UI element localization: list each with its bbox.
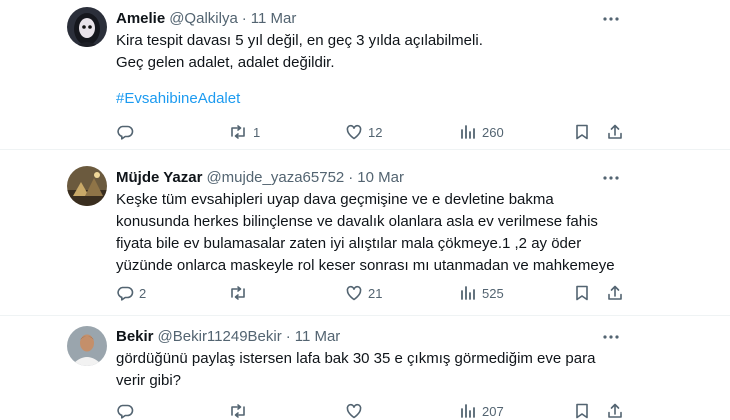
reply-button[interactable] xyxy=(116,122,139,142)
share-button[interactable] xyxy=(606,401,624,420)
views-button[interactable]: 260 xyxy=(459,122,504,142)
tweet-date[interactable]: 11 Mar xyxy=(251,10,297,27)
share-upload-icon xyxy=(608,285,622,300)
bookmark-button[interactable] xyxy=(574,283,590,303)
share-upload-icon xyxy=(608,403,622,418)
display-name[interactable]: Bekir xyxy=(116,328,154,345)
view-count: 207 xyxy=(482,403,504,419)
tweet-text-line: gördüğünü paylaş istersen lafa bak 30 35… xyxy=(116,350,596,367)
tweet-date[interactable]: 11 Mar xyxy=(295,328,341,345)
tweet-actions: 207 xyxy=(116,401,636,420)
heart-icon xyxy=(346,403,362,419)
user-handle[interactable]: @mujde_yaza65752 xyxy=(206,169,344,186)
reply-bubble-icon xyxy=(117,125,134,140)
avatar[interactable] xyxy=(67,166,107,206)
retweet-button[interactable]: 1 xyxy=(228,122,260,142)
like-button[interactable]: 12 xyxy=(345,122,382,142)
tweet-actions: 2 21 525 xyxy=(116,283,636,303)
tweet-header: Bekir @Bekir11249Bekir · 11 Mar xyxy=(116,326,340,346)
retweet-count: 1 xyxy=(253,124,261,140)
like-count: 12 xyxy=(368,124,383,140)
more-dots-icon[interactable] xyxy=(602,328,620,346)
tweet-text-line: verir gibi? xyxy=(116,372,182,389)
separator-dot: · xyxy=(348,168,354,186)
tweet-text-line: fiyata bile ev bulamasalar zaten iyi alı… xyxy=(116,235,582,252)
views-bar-chart-icon xyxy=(461,286,475,300)
view-count: 260 xyxy=(482,124,504,140)
views-bar-chart-icon xyxy=(461,125,475,139)
like-button[interactable]: 21 xyxy=(345,283,382,303)
separator-dot: · xyxy=(241,9,247,27)
separator-dot: · xyxy=(285,327,291,345)
tweet-header: Amelie @Qalkilya · 11 Mar xyxy=(116,8,296,28)
user-handle[interactable]: @Qalkilya xyxy=(169,10,238,27)
heart-icon xyxy=(346,124,362,140)
retweet-arrows-icon xyxy=(231,125,245,139)
views-bar-chart-icon xyxy=(461,404,475,418)
bookmark-icon xyxy=(576,403,588,419)
tweet-text-line: Keşke tüm evsahipleri uyap dava geçmişin… xyxy=(116,191,554,208)
bookmark-button[interactable] xyxy=(574,401,590,420)
tweet-text-line: Kira tespit davası 5 yıl değil, en geç 3… xyxy=(116,32,483,49)
like-button[interactable] xyxy=(345,401,368,420)
tweet-text-line: yüzünde onlarca maskeyle rol keser sonra… xyxy=(116,257,615,274)
retweet-arrows-icon xyxy=(231,286,245,300)
views-button[interactable]: 207 xyxy=(459,401,504,420)
tweet-text-line: konusunda herkes bilinçlense ve davalık … xyxy=(116,213,598,230)
display-name[interactable]: Amelie xyxy=(116,10,165,27)
share-button[interactable] xyxy=(606,283,624,303)
reply-bubble-icon xyxy=(117,286,134,301)
tweet-date[interactable]: 10 Mar xyxy=(357,169,404,186)
tweet-feed: Amelie @Qalkilya · 11 Mar Kira tespit da… xyxy=(0,0,730,420)
heart-icon xyxy=(346,285,362,301)
tweet-header: Müjde Yazar @mujde_yaza65752 · 10 Mar xyxy=(116,167,404,187)
user-handle[interactable]: @Bekir11249Bekir xyxy=(158,328,282,345)
retweet-arrows-icon xyxy=(231,404,245,418)
reply-button[interactable] xyxy=(116,401,139,420)
views-button[interactable]: 525 xyxy=(459,283,504,303)
like-count: 21 xyxy=(368,285,383,301)
display-name[interactable]: Müjde Yazar xyxy=(116,169,202,186)
more-dots-icon[interactable] xyxy=(602,169,620,187)
tweet-actions: 1 12 260 xyxy=(116,122,636,142)
tweet-text: gördüğünü paylaş istersen lafa bak 30 35… xyxy=(116,348,616,392)
hashtag-link[interactable]: #EvsahibineAdalet xyxy=(116,88,616,110)
avatar[interactable] xyxy=(67,7,107,47)
reply-count: 2 xyxy=(139,285,147,301)
tweet-text-line: Geç gelen adalet, adalet değildir. xyxy=(116,54,335,71)
avatar[interactable] xyxy=(67,326,107,366)
view-count: 525 xyxy=(482,285,504,301)
reply-bubble-icon xyxy=(117,404,134,419)
tweet[interactable]: Amelie @Qalkilya · 11 Mar Kira tespit da… xyxy=(0,0,730,150)
tweet-text: Keşke tüm evsahipleri uyap dava geçmişin… xyxy=(116,189,616,277)
tweet-text: Kira tespit davası 5 yıl değil, en geç 3… xyxy=(116,30,616,110)
retweet-button[interactable] xyxy=(228,283,253,303)
share-button[interactable] xyxy=(606,122,624,142)
tweet[interactable]: Bekir @Bekir11249Bekir · 11 Mar gördüğün… xyxy=(0,316,730,420)
tweet[interactable]: Müjde Yazar @mujde_yaza65752 · 10 Mar Ke… xyxy=(0,150,730,316)
bookmark-button[interactable] xyxy=(574,122,590,142)
share-upload-icon xyxy=(608,124,622,139)
more-dots-icon[interactable] xyxy=(602,10,620,28)
retweet-button[interactable] xyxy=(228,401,253,420)
bookmark-icon xyxy=(576,285,588,301)
bookmark-icon xyxy=(576,124,588,140)
reply-button[interactable]: 2 xyxy=(116,283,146,303)
